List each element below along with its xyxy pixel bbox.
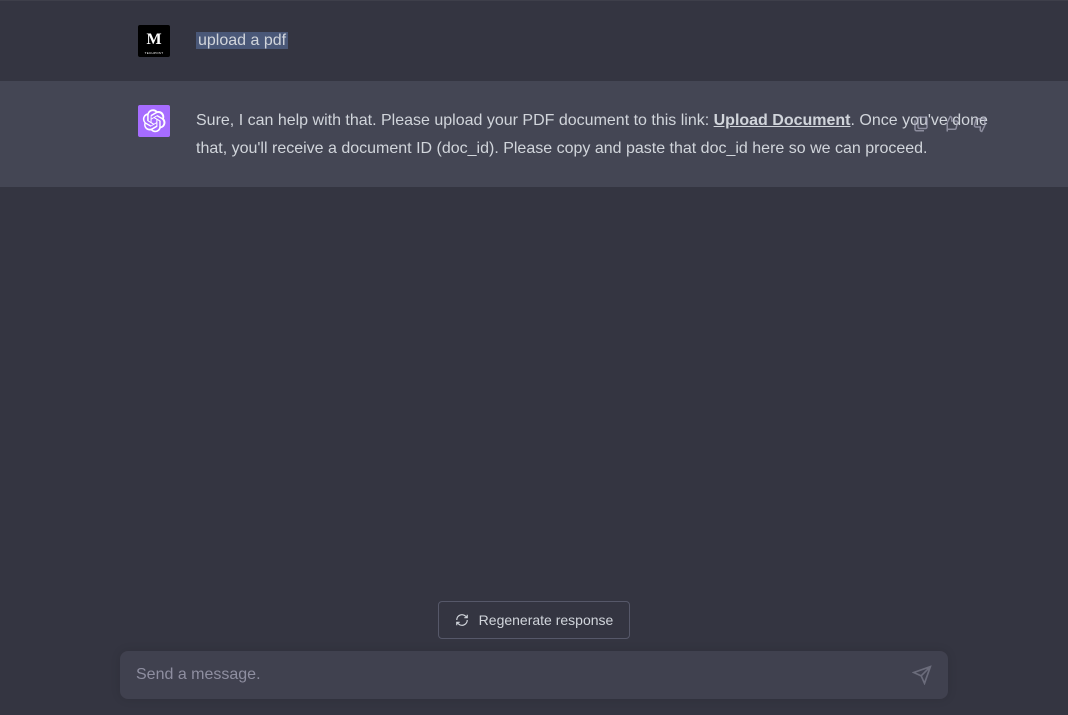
- upload-document-link[interactable]: Upload Document: [714, 112, 851, 129]
- user-message-row: M TECHPOST upload a pdf: [0, 0, 1068, 81]
- regenerate-button[interactable]: Regenerate response: [438, 601, 631, 639]
- copy-icon[interactable]: [912, 115, 930, 133]
- user-avatar: M TECHPOST: [138, 25, 170, 57]
- thumbs-up-icon[interactable]: [942, 115, 960, 133]
- assistant-text-before: Sure, I can help with that. Please uploa…: [196, 112, 714, 129]
- message-action-buttons: [912, 115, 990, 133]
- send-icon[interactable]: [912, 665, 932, 685]
- regenerate-label: Regenerate response: [479, 612, 614, 628]
- assistant-message-content: Sure, I can help with that. Please uploa…: [196, 105, 988, 163]
- assistant-message-row: Sure, I can help with that. Please uploa…: [0, 81, 1068, 187]
- message-input[interactable]: [136, 666, 912, 684]
- thumbs-down-icon[interactable]: [972, 115, 990, 133]
- refresh-icon: [455, 613, 469, 627]
- message-input-container: [120, 651, 948, 699]
- assistant-avatar: [138, 105, 170, 137]
- bottom-input-area: Regenerate response: [0, 601, 1068, 715]
- user-message-content: upload a pdf: [196, 25, 988, 57]
- user-message-text: upload a pdf: [196, 32, 288, 49]
